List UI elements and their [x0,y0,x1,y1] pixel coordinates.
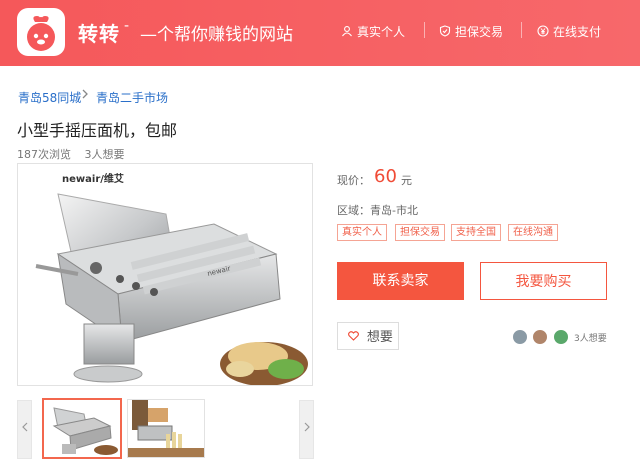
contact-seller-button[interactable]: 联系卖家 [337,262,464,300]
thumbnail-image [52,407,118,455]
brand-separator: - [124,18,130,34]
area-text: 区域：青岛-市北 [337,204,418,217]
thumbnail-image [128,400,204,457]
pasta-machine-image: newair/维艾 newair [35,172,308,385]
shield-icon [439,25,451,40]
zhuanzhuan-logo[interactable] [17,8,65,56]
chevron-right-icon [304,422,310,432]
brand-name: 转转 [78,22,120,46]
price-unit: 元 [401,174,412,187]
slogan: —个帮你赚钱的网站 [140,25,293,45]
tag-online-chat: 在线沟通 [508,224,558,241]
want-button[interactable]: 想要 [337,322,399,350]
feature-online-pay: 在线支付 [537,23,601,40]
breadcrumb-city[interactable]: 青岛58同城 [18,89,81,106]
price-label: 现价： [337,174,370,187]
rabbit-logo-icon [27,16,55,51]
avatar[interactable] [553,329,569,345]
product-stats: 187次浏览 3人想要 [17,146,135,162]
chevron-right-icon [81,88,89,103]
thumb-next-button[interactable] [299,400,314,459]
chevron-left-icon [21,422,27,432]
feature-divider [521,22,522,38]
yen-icon [537,25,549,40]
views-count: 187次浏览 [17,148,71,161]
top-header: 转转 - —个帮你赚钱的网站 真实个人 担保交易 在线支付 [0,0,640,66]
breadcrumb-market[interactable]: 青岛二手市场 [96,89,168,106]
buy-button[interactable]: 我要购买 [480,262,607,300]
image-brand-text: newair/维艾 [62,172,124,185]
tag-real-person: 真实个人 [337,224,387,241]
avatar[interactable] [512,329,528,345]
avatar[interactable] [532,329,548,345]
tag-nationwide: 支持全国 [451,224,501,241]
heart-icon [348,330,363,344]
tag-guarantee: 担保交易 [395,224,445,241]
person-icon [341,25,353,40]
product-main-image[interactable]: newair/维艾 newair [17,163,313,386]
thumb-prev-button[interactable] [17,400,32,459]
feature-real-person: 真实个人 [341,23,405,40]
feature-guarantee: 担保交易 [439,23,503,40]
feature-divider [424,22,425,38]
product-title: 小型手摇压面机，包邮 [17,121,178,140]
thumbnail-2[interactable] [127,399,205,458]
price-value: 60 [374,166,397,187]
wants-count: 3人想要 [84,148,125,161]
want-count: 3人想要 [574,334,607,344]
thumbnail-1[interactable] [42,398,122,459]
